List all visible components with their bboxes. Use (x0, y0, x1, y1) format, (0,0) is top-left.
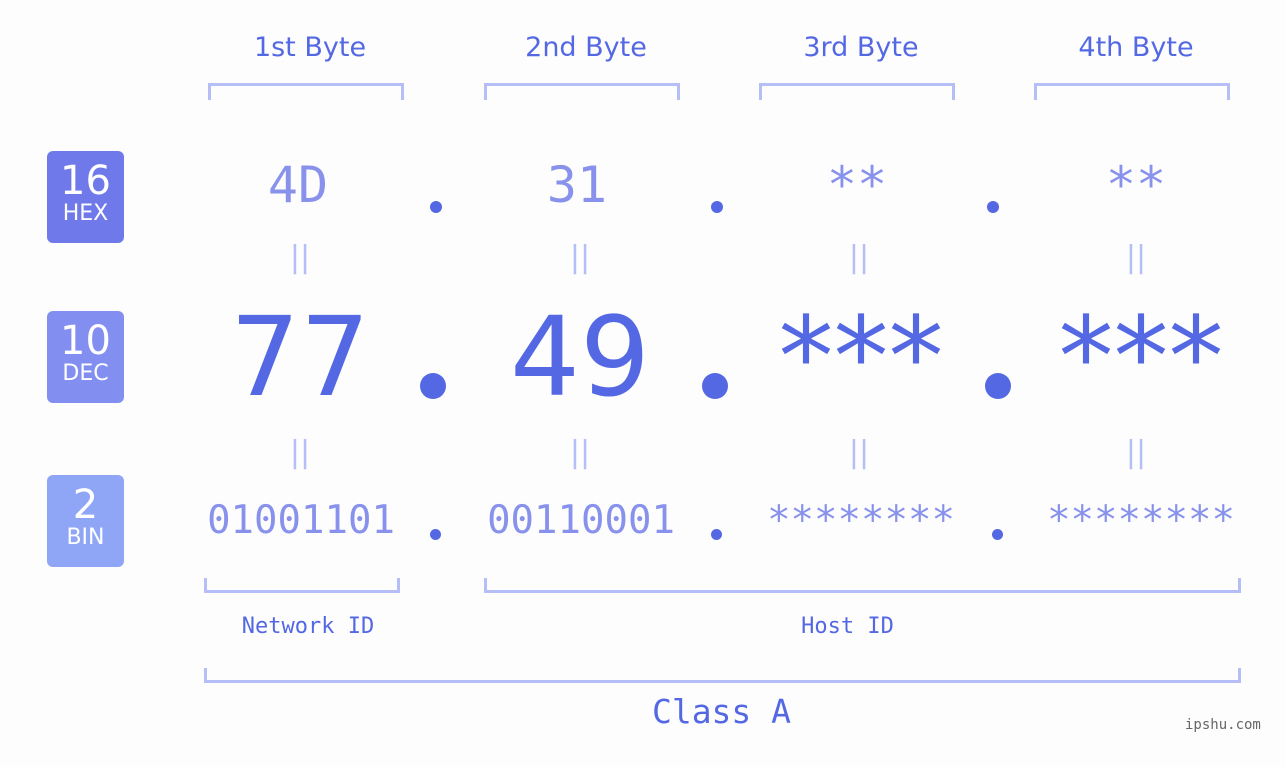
hex-badge: 16 HEX (47, 151, 124, 243)
equals-dec-bin-4: || (1125, 435, 1147, 470)
host-id-label: Host ID (801, 614, 894, 639)
hex-label: HEX (62, 201, 109, 226)
dec-dot-2 (702, 373, 728, 399)
watermark: ipshu.com (1185, 717, 1261, 733)
bin-label: BIN (66, 525, 105, 550)
hex-dot-3 (987, 201, 999, 213)
bin-badge: 2 BIN (47, 475, 124, 567)
byte-bracket-1 (208, 83, 404, 100)
dec-byte-3: *** (778, 293, 944, 421)
byte-header-4: 4th Byte (1078, 32, 1194, 63)
bin-byte-4: ******** (1047, 498, 1235, 543)
byte-bracket-4 (1034, 83, 1230, 100)
dec-dot-3 (985, 373, 1011, 399)
bin-dot-2 (711, 529, 722, 540)
hex-byte-1: 4D (267, 156, 329, 214)
equals-dec-bin-2: || (569, 435, 591, 470)
bin-byte-3: ******** (767, 498, 955, 543)
bin-base: 2 (72, 482, 99, 528)
bin-dot-3 (992, 529, 1003, 540)
byte-header-3: 3rd Byte (803, 32, 919, 63)
network-id-label: Network ID (241, 614, 375, 639)
hex-dot-1 (430, 201, 442, 213)
class-label: Class A (651, 692, 792, 731)
hex-base: 16 (60, 158, 111, 204)
host-id-bracket (484, 578, 1241, 593)
equals-hex-dec-2: || (569, 240, 591, 275)
byte-bracket-2 (484, 83, 680, 100)
bin-byte-2: 00110001 (487, 498, 675, 543)
equals-dec-bin-3: || (848, 435, 870, 470)
hex-byte-3: ** (826, 156, 888, 214)
class-bracket (204, 668, 1241, 683)
equals-dec-bin-1: || (289, 435, 311, 470)
network-id-bracket (204, 578, 400, 593)
bin-byte-1: 01001101 (207, 498, 395, 543)
dec-dot-1 (420, 373, 446, 399)
equals-hex-dec-1: || (289, 240, 311, 275)
dec-badge: 10 DEC (47, 311, 124, 403)
dec-byte-2: 49 (510, 293, 650, 421)
byte-bracket-3 (759, 83, 955, 100)
dec-label: DEC (62, 361, 109, 386)
hex-byte-4: ** (1105, 156, 1167, 214)
byte-header-1: 1st Byte (253, 32, 367, 63)
dec-byte-1: 77 (230, 293, 370, 421)
bin-dot-1 (430, 529, 441, 540)
equals-hex-dec-4: || (1125, 240, 1147, 275)
hex-dot-2 (711, 201, 723, 213)
dec-byte-4: *** (1058, 293, 1224, 421)
byte-header-2: 2nd Byte (525, 32, 647, 63)
equals-hex-dec-3: || (848, 240, 870, 275)
hex-byte-2: 31 (546, 156, 608, 214)
dec-base: 10 (60, 318, 111, 364)
